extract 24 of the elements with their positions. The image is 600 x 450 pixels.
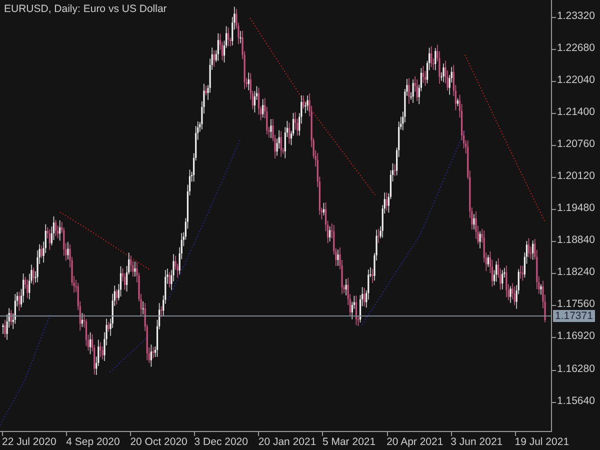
price-axis-label: 1.18840 (557, 234, 595, 246)
price-axis-label: 1.23320 (557, 10, 595, 22)
time-axis-label: 20 Jan 2021 (258, 436, 318, 448)
price-axis-label: 1.16920 (557, 330, 595, 342)
price-axis-label: 1.18240 (557, 266, 595, 278)
price-axis-label: 1.20760 (557, 138, 595, 150)
price-axis-label: 1.22040 (557, 74, 595, 86)
time-axis-label: 20 Oct 2020 (130, 436, 188, 448)
time-axis-label: 3 Dec 2020 (194, 436, 249, 448)
price-axis-label: 1.16280 (557, 362, 595, 375)
price-axis-label: 1.15640 (557, 394, 595, 407)
time-axis-label: 22 Jul 2020 (2, 436, 58, 448)
price-axis-label: 1.19480 (557, 202, 595, 214)
price-axis-label: 1.22680 (557, 42, 595, 54)
chart-title: EURUSD, Daily: Euro vs US Dollar (4, 3, 167, 15)
time-axis-label: 19 Jul 2021 (514, 436, 570, 448)
price-axis-label: 1.17560 (557, 298, 595, 310)
time-axis-label: 4 Sep 2020 (66, 436, 121, 448)
time-axis-label: 20 Apr 2021 (386, 436, 444, 448)
time-axis-label: 5 Mar 2021 (322, 436, 377, 448)
current-price-label: 1.17371 (553, 310, 595, 322)
price-axis-label: 1.21400 (557, 106, 595, 118)
price-axis-label: 1.20120 (557, 170, 595, 182)
time-axis-label: 3 Jun 2021 (450, 436, 504, 448)
